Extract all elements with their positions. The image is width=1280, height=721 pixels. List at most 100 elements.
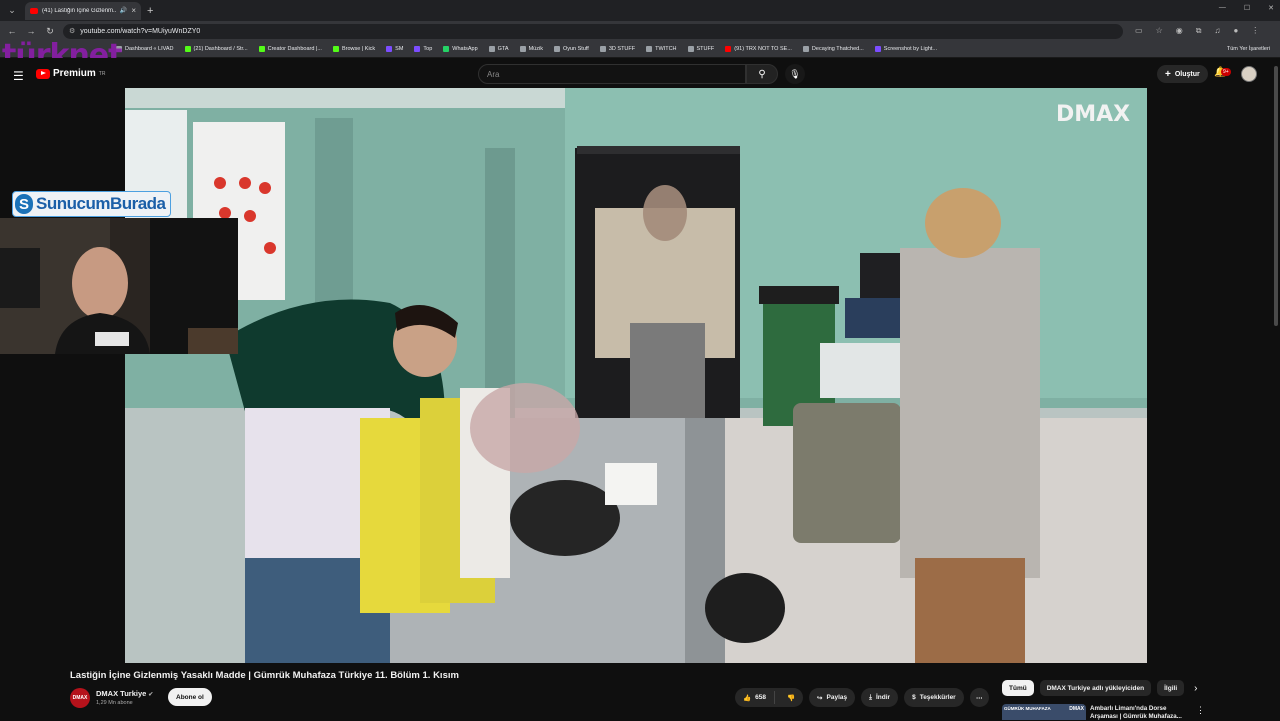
voice-search-button[interactable]: 🎙 <box>785 64 805 84</box>
chevron-right-icon[interactable]: › <box>1194 683 1197 694</box>
browser-menu-icon[interactable]: ⋮ <box>1251 26 1259 36</box>
youtube-favicon-icon <box>30 7 38 14</box>
channel-avatar[interactable]: DMAX <box>70 688 90 708</box>
thumbs-up-icon: 👍 <box>743 694 752 702</box>
thumbs-down-icon: 👎 <box>786 694 796 702</box>
video-actions: 👍 658 👎 ↪ Paylaş ⤓ İndir $ Teşekkürler ⋯ <box>735 688 989 707</box>
microphone-icon: 🎙 <box>789 68 801 79</box>
bookmark-label: (21) Dashboard / Str... <box>193 46 248 52</box>
bookmark-star-icon[interactable]: ☆ <box>1156 26 1163 36</box>
bookmark-item[interactable]: Screenshot by Light... <box>874 46 937 52</box>
extensions-puzzle-icon[interactable]: ⧉ <box>1196 26 1202 36</box>
bookmark-item[interactable]: WhatsApp <box>443 46 478 52</box>
profile-icon[interactable]: ● <box>1233 26 1238 36</box>
address-bar-row: ← → ↻ ⚙ youtube.com/watch?v=MUiyuWnDZY0 … <box>0 21 1280 41</box>
dislike-button[interactable]: 👎 <box>779 694 803 702</box>
bookmark-item[interactable]: (21) Dashboard / Str... <box>184 46 248 52</box>
subscribe-button[interactable]: Abone ol <box>168 688 212 706</box>
bookmark-item[interactable]: GTA <box>488 46 509 52</box>
more-horizontal-icon: ⋯ <box>975 694 983 702</box>
download-label: İndir <box>875 694 891 701</box>
verified-check-icon: ✔ <box>148 692 154 698</box>
bookmark-icon <box>414 46 421 52</box>
bookmark-item[interactable]: SM <box>386 46 403 52</box>
bookmark-label: Screenshot by Light... <box>883 46 937 52</box>
bookmark-item[interactable]: Decaying Thatched... <box>802 46 864 52</box>
bookmark-item[interactable]: Dashboard « LIVAD <box>116 46 174 52</box>
browser-tab[interactable]: (41) Lastiğin İçine Gizlenm... 🔊 × <box>25 1 141 20</box>
subscriber-count: 1,29 Mn abone <box>96 700 133 706</box>
webcam-feed <box>0 218 238 354</box>
like-count: 658 <box>755 694 766 701</box>
more-vertical-icon[interactable]: ⋮ <box>1196 705 1205 716</box>
create-button[interactable]: + Oluştur <box>1157 65 1208 83</box>
hamburger-menu-icon[interactable]: ☰ <box>13 69 24 83</box>
bookmark-item[interactable]: TWITCH <box>646 46 677 52</box>
back-icon[interactable]: ← <box>5 26 19 36</box>
more-actions-button[interactable]: ⋯ <box>969 688 989 707</box>
sunucum-burada-logo: S SunucumBurada <box>12 191 171 217</box>
recommended-video[interactable]: GÜMRÜK MUHAFAZA DMAX Ambarlı Limanı'nda … <box>1002 704 1272 720</box>
video-player[interactable] <box>125 88 1147 663</box>
youtube-header: ☰ Premium TR Ara ⚲ 🎙 + Oluştur 🔔 <box>0 58 1280 90</box>
bookmark-label: Dashboard « LIVAD <box>125 46 174 52</box>
bookmark-label: (91) TRX NOT TO SE... <box>734 46 792 52</box>
like-button[interactable]: 👍 658 <box>735 691 775 704</box>
speaker-icon[interactable]: 🔊 <box>120 7 127 14</box>
chip-related[interactable]: İlgili <box>1157 680 1185 696</box>
download-button[interactable]: ⤓ İndir <box>861 688 899 707</box>
bookmark-item[interactable]: Müzik <box>519 46 543 52</box>
minimize-icon[interactable]: — <box>1219 4 1226 12</box>
search-input[interactable]: Ara <box>478 64 746 84</box>
maximize-icon[interactable]: ☐ <box>1244 4 1250 12</box>
tab-close-icon[interactable]: × <box>131 6 136 15</box>
all-bookmarks-link[interactable]: Tüm Yer İşaretleri <box>1227 46 1270 52</box>
reload-icon[interactable]: ↻ <box>43 26 57 37</box>
webcam-overlay: S SunucumBurada <box>0 188 238 354</box>
thanks-button[interactable]: $ Teşekkürler <box>904 688 964 707</box>
bookmark-item[interactable]: STUFF <box>687 46 715 52</box>
page-scrollbar[interactable] <box>1273 60 1280 720</box>
bookmark-icon <box>386 46 393 52</box>
chip-all[interactable]: Tümü <box>1002 680 1034 696</box>
tab-search-icon[interactable]: ⌄ <box>3 2 21 20</box>
search-button[interactable]: ⚲ <box>746 64 778 84</box>
bookmark-item[interactable]: Browse | Kick <box>332 46 376 52</box>
extension-icon[interactable]: ◉ <box>1176 26 1183 36</box>
youtube-play-icon <box>36 68 50 79</box>
url-field[interactable]: ⚙ youtube.com/watch?v=MUiyuWnDZY0 <box>63 23 1123 39</box>
bookmark-label: Creator Dashboard |... <box>267 46 322 52</box>
bookmark-label: STUFF <box>696 46 715 52</box>
bookmark-icon <box>725 46 732 52</box>
close-window-icon[interactable]: ✕ <box>1268 4 1274 12</box>
bookmark-item[interactable]: Top <box>414 46 432 52</box>
site-info-icon[interactable]: ⚙ <box>69 27 75 35</box>
bookmark-label: SM <box>395 46 404 52</box>
channel-name[interactable]: DMAX Turkiye <box>96 689 146 698</box>
chip-from-uploader[interactable]: DMAX Turkiye adlı yükleyiciden <box>1039 680 1152 696</box>
browser-tab-bar: ⌄ (41) Lastiğin İçine Gizlenm... 🔊 × + —… <box>0 0 1280 21</box>
scrollbar-thumb[interactable] <box>1274 66 1278 326</box>
forward-icon[interactable]: → <box>24 26 38 36</box>
account-avatar[interactable] <box>1241 66 1257 82</box>
bookmark-icon <box>874 46 881 52</box>
bookmark-label: Müzik <box>528 46 543 52</box>
recommended-title[interactable]: Ambarlı Limanı'nda Dorse Arşaması | Gümr… <box>1090 705 1186 721</box>
bookmark-item[interactable]: 3D STUFF <box>599 46 636 52</box>
youtube-premium-logo[interactable]: Premium TR <box>36 68 105 79</box>
sunucum-text: SunucumBurada <box>36 194 166 213</box>
bookmark-icon <box>553 46 560 52</box>
media-icon[interactable]: ♫ <box>1214 26 1220 36</box>
bookmark-item[interactable]: Creator Dashboard |... <box>258 46 322 52</box>
bookmark-label: 3D STUFF <box>608 46 636 52</box>
cast-icon[interactable]: ▭ <box>1135 26 1143 36</box>
new-tab-icon[interactable]: + <box>147 5 153 17</box>
bookmark-item[interactable]: Oyun Stuff <box>553 46 589 52</box>
bookmark-label: Browse | Kick <box>341 46 376 52</box>
bookmark-icon <box>258 46 265 52</box>
share-button[interactable]: ↪ Paylaş <box>809 688 856 707</box>
recommended-thumbnail[interactable]: GÜMRÜK MUHAFAZA DMAX <box>1002 704 1086 720</box>
bookmark-icon <box>488 46 495 52</box>
bookmark-list: Dashboard « LIVAD (21) Dashboard / Str...… <box>116 46 948 52</box>
bookmark-item[interactable]: (91) TRX NOT TO SE... <box>725 46 792 52</box>
